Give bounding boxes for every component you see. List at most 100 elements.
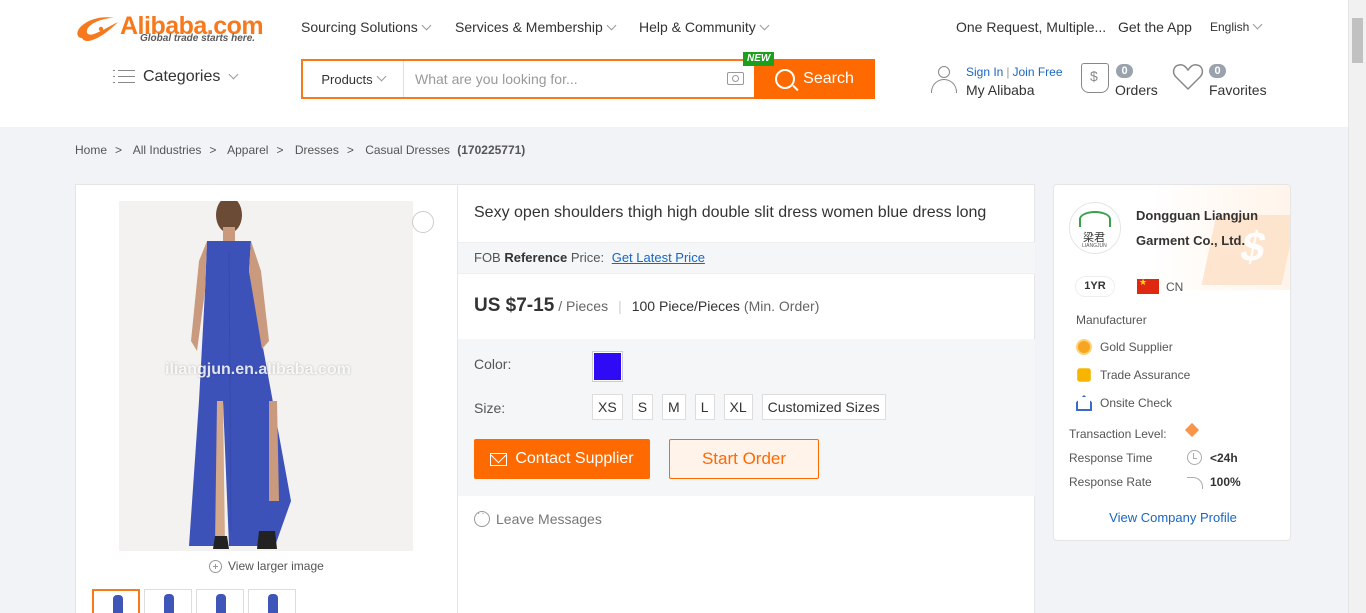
size-option-l[interactable]: L <box>694 394 715 420</box>
supplier-logo[interactable]: 梁君 LIANGJUN <box>1069 202 1121 254</box>
image-watermark: iliangjun.en.alibaba.com <box>165 361 351 378</box>
search-button-label: Search <box>803 70 854 87</box>
leave-messages-link[interactable]: Leave Messages <box>474 508 602 527</box>
favorites-link[interactable]: Favorites <box>1209 82 1267 98</box>
supplier-type: Manufacturer <box>1076 313 1147 327</box>
size-option-xl[interactable]: XL <box>723 394 753 420</box>
chat-icon <box>474 508 490 527</box>
size-option-m[interactable]: M <box>662 394 686 420</box>
search-bar: Products Search NEW <box>301 52 875 99</box>
reply-icon <box>1187 477 1203 489</box>
color-swatch-blue[interactable] <box>592 351 623 382</box>
view-larger-image[interactable]: View larger image <box>209 559 324 573</box>
categories-menu[interactable]: Categories <box>113 68 239 86</box>
scrollbar-thumb[interactable] <box>1352 18 1363 63</box>
language-selector[interactable]: English <box>1210 19 1263 34</box>
product-title: Sexy open shoulders thigh high double sl… <box>474 204 987 221</box>
user-icon[interactable] <box>930 66 958 94</box>
menu-icon <box>113 70 135 84</box>
nav-services-membership[interactable]: Services & Membership <box>455 19 617 35</box>
thumbnail[interactable] <box>196 589 244 613</box>
contact-supplier-button[interactable]: Contact Supplier <box>474 439 650 479</box>
chevron-down-icon <box>1252 19 1263 30</box>
add-favorite-icon[interactable] <box>412 211 434 233</box>
chevron-down-icon <box>421 20 432 31</box>
supplier-card: 梁君 LIANGJUN Dongguan Liangjun Garment Co… <box>1053 184 1291 541</box>
onsite-check-badge[interactable]: Onsite Check <box>1076 395 1172 411</box>
my-alibaba-link[interactable]: My Alibaba <box>966 82 1034 98</box>
nav-sourcing-solutions[interactable]: Sourcing Solutions <box>301 19 432 35</box>
fob-price-row: FOB Reference Price: Get Latest Price <box>458 242 1035 274</box>
color-label: Color: <box>474 356 512 372</box>
thumbnail[interactable] <box>248 589 296 613</box>
chevron-down-icon <box>759 20 770 31</box>
trade-assurance-icon <box>1077 368 1091 382</box>
product-attributes: Color: Size: XS S M L XL Customized Size… <box>458 339 1035 496</box>
breadcrumb-casual-dresses[interactable]: Casual Dresses <box>365 143 450 157</box>
size-options: XS S M L XL Customized Sizes <box>592 394 886 420</box>
language-label: English <box>1210 20 1250 34</box>
nav-help-label: Help & Community <box>639 19 756 35</box>
fob-prefix: FOB <box>474 250 501 265</box>
nav-get-the-app[interactable]: Get the App <box>1118 19 1192 35</box>
new-badge: NEW <box>743 52 775 66</box>
orders-link[interactable]: Orders <box>1115 82 1158 98</box>
mail-icon <box>490 452 508 466</box>
size-option-s[interactable]: S <box>631 394 654 420</box>
product-gallery: iliangjun.en.alibaba.com View larger ima… <box>76 185 458 613</box>
thumbnail[interactable] <box>92 589 140 613</box>
breadcrumb-all-industries[interactable]: All Industries <box>133 143 202 157</box>
orders-count-badge: 0 <box>1116 64 1133 78</box>
favorites-count-badge: 0 <box>1209 64 1226 78</box>
breadcrumb-separator: > <box>209 143 217 157</box>
trade-assurance-label: Trade Assurance <box>1100 368 1191 382</box>
diamond-icon <box>1184 422 1200 438</box>
years-badge: 1YR <box>1076 277 1114 296</box>
search-category-dropdown[interactable]: Products <box>303 61 404 97</box>
size-option-customized[interactable]: Customized Sizes <box>761 394 886 420</box>
breadcrumb-apparel[interactable]: Apparel <box>227 143 268 157</box>
breadcrumb-dresses[interactable]: Dresses <box>295 143 339 157</box>
breadcrumb-home[interactable]: Home <box>75 143 107 157</box>
sign-in-link[interactable]: Sign In <box>966 65 1003 79</box>
nav-one-request-label: One Request, Multiple... <box>956 19 1107 35</box>
nav-one-request[interactable]: One Request, Multiple... <box>956 19 1106 35</box>
china-flag-icon <box>1137 277 1159 294</box>
search-input[interactable] <box>415 61 715 97</box>
orders-icon[interactable] <box>1081 63 1109 93</box>
trade-assurance-badge[interactable]: Trade Assurance <box>1076 367 1190 383</box>
leave-messages-label: Leave Messages <box>496 511 602 527</box>
gold-supplier-icon <box>1076 339 1092 355</box>
product-main-image[interactable]: iliangjun.en.alibaba.com <box>119 201 413 551</box>
thumbnail-strip <box>92 589 296 613</box>
chevron-down-icon <box>228 69 239 79</box>
get-latest-price-link[interactable]: Get Latest Price <box>612 250 705 265</box>
size-label: Size: <box>474 400 506 416</box>
alibaba-logo-icon <box>77 17 118 41</box>
gold-supplier-badge[interactable]: Gold Supplier <box>1076 339 1173 355</box>
alibaba-logo[interactable]: Alibaba.com Global trade starts here. <box>74 12 264 46</box>
logo-tagline: Global trade starts here. <box>140 33 256 44</box>
thumbnail[interactable] <box>144 589 192 613</box>
view-company-profile-link[interactable]: View Company Profile <box>1054 510 1290 525</box>
chevron-down-icon <box>376 71 387 81</box>
product-code: (170225771) <box>457 143 526 157</box>
response-time-value: <24h <box>1210 451 1238 465</box>
heart-icon[interactable] <box>1172 62 1204 92</box>
start-order-button[interactable]: Start Order <box>669 439 819 479</box>
supplier-name[interactable]: Dongguan Liangjun Garment Co., Ltd. <box>1136 203 1276 253</box>
onsite-check-icon <box>1076 395 1092 411</box>
min-order-note: (Min. Order) <box>743 298 820 314</box>
search-icon <box>775 69 796 89</box>
product-card: iliangjun.en.alibaba.com View larger ima… <box>75 184 1035 613</box>
breadcrumb-separator: > <box>346 143 354 157</box>
onsite-check-label: Onsite Check <box>1100 396 1173 410</box>
page-scrollbar[interactable] <box>1348 0 1366 613</box>
gold-supplier-label: Gold Supplier <box>1100 340 1173 354</box>
nav-help-community[interactable]: Help & Community <box>639 19 770 35</box>
join-free-link[interactable]: Join Free <box>1012 65 1062 79</box>
size-option-xs[interactable]: XS <box>592 394 623 420</box>
clock-icon <box>1187 450 1202 465</box>
min-order-quantity: 100 Piece/Pieces <box>631 298 740 314</box>
camera-icon[interactable] <box>727 72 744 85</box>
